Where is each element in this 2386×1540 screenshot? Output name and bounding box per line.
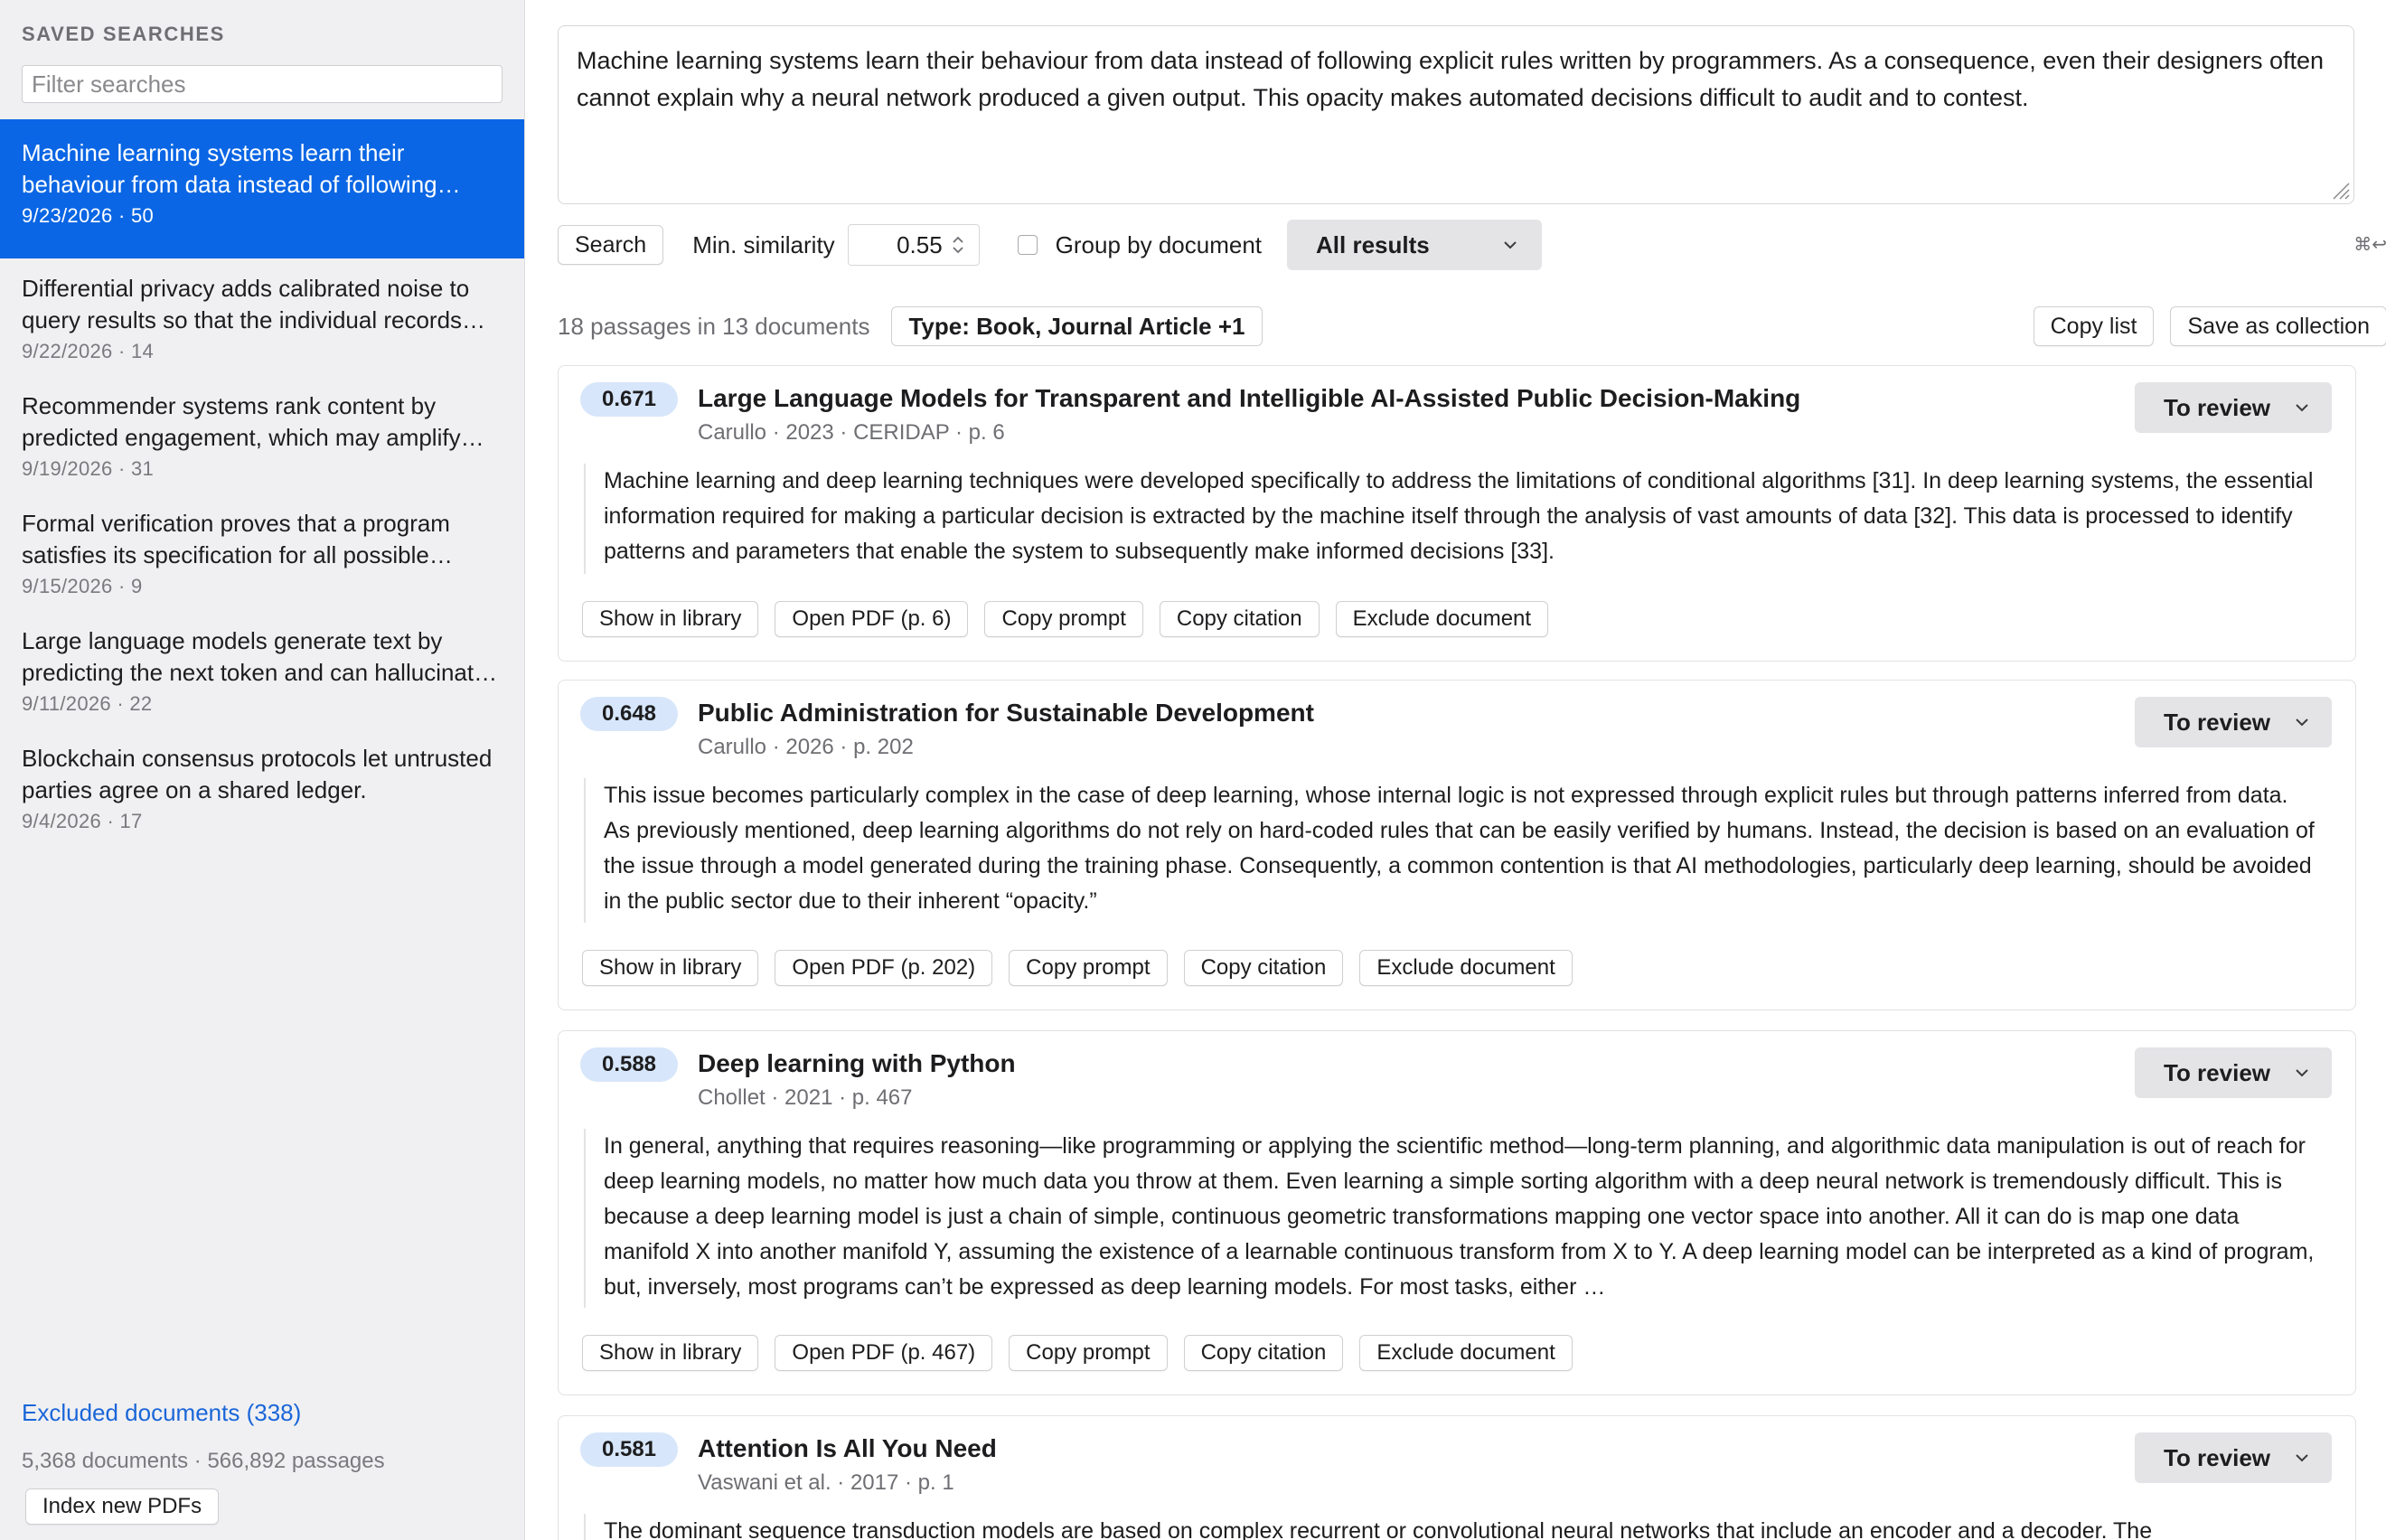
show-in-library-button[interactable]: Show in library: [582, 1335, 759, 1371]
result-excerpt: Machine learning and deep learning techn…: [584, 464, 2319, 574]
stepper-arrows-icon[interactable]: [952, 234, 964, 256]
library-stats: 5,368 documents · 566,892 passages: [22, 1449, 385, 1473]
group-by-document-label: Group by document: [1055, 230, 1263, 258]
show-in-library-button[interactable]: Show in library: [582, 601, 759, 637]
open-pdf-button[interactable]: Open PDF (p. 6): [775, 601, 969, 637]
result-card: 0.671 Large Language Models for Transpar…: [558, 365, 2356, 662]
copy-citation-button[interactable]: Copy citation: [1159, 601, 1320, 637]
saved-search-item-5[interactable]: Blockchain consensus protocols let untru…: [0, 728, 524, 846]
results-bar: 18 passages in 13 documents Type: Book, …: [558, 305, 2386, 347]
saved-search-meta: 9/22/2026 · 14: [22, 340, 155, 362]
saved-search-meta: 9/15/2026 · 9: [22, 575, 143, 597]
review-status-value: To review: [2164, 1058, 2271, 1086]
app-window: SAVED SEARCHES Machine learning systems …: [0, 0, 2386, 1540]
review-status-value: To review: [2164, 708, 2271, 736]
result-actions: Show in library Open PDF (p. 467) Copy p…: [582, 1335, 1573, 1371]
similarity-score-badge: 0.648: [580, 697, 678, 731]
open-pdf-button[interactable]: Open PDF (p. 202): [775, 950, 993, 986]
sidebar: SAVED SEARCHES Machine learning systems …: [0, 0, 525, 1540]
open-pdf-button[interactable]: Open PDF (p. 467): [775, 1335, 993, 1371]
result-card: 0.648 Public Administration for Sustaina…: [558, 680, 2356, 1010]
saved-search-title: Formal verification proves that a progra…: [22, 510, 450, 568]
result-meta: Carullo · 2023 · CERIDAP · p. 6: [698, 420, 1005, 445]
review-status-select[interactable]: To review: [2135, 1047, 2332, 1098]
result-meta: Carullo · 2026 · p. 202: [698, 735, 914, 759]
search-button[interactable]: Search: [558, 225, 664, 265]
result-excerpt: The dominant sequence transduction model…: [584, 1514, 2319, 1540]
copy-list-button[interactable]: Copy list: [2033, 306, 2155, 346]
saved-search-title: Large language models generate text by p…: [22, 627, 487, 686]
similarity-score-badge: 0.581: [580, 1432, 678, 1467]
results-count: 18 passages in 13 documents: [558, 312, 870, 340]
chevron-down-icon: [2296, 1069, 2308, 1077]
saved-search-item-3[interactable]: Formal verification proves that a progra…: [0, 493, 524, 611]
exclude-document-button[interactable]: Exclude document: [1335, 601, 1549, 637]
query-textarea[interactable]: Machine learning systems learn their beh…: [558, 25, 2354, 204]
saved-search-item-2[interactable]: Recommender systems rank content by pred…: [0, 376, 524, 493]
saved-search-meta: 9/23/2026 · 50: [22, 204, 155, 227]
chevron-down-icon: [2296, 404, 2308, 412]
chevron-down-icon: [1504, 241, 1517, 249]
group-by-document-checkbox[interactable]: [1017, 235, 1038, 255]
result-actions: Show in library Open PDF (p. 6) Copy pro…: [582, 601, 1549, 637]
chevron-down-icon: [2296, 1454, 2308, 1462]
result-actions: Show in library Open PDF (p. 202) Copy p…: [582, 950, 1573, 986]
excluded-documents-link[interactable]: Excluded documents (338): [22, 1399, 510, 1427]
exclude-document-button[interactable]: Exclude document: [1359, 950, 1573, 986]
sidebar-footer: Excluded documents (338) 5,368 documents…: [22, 1399, 510, 1525]
result-title[interactable]: Public Administration for Sustainable De…: [698, 699, 1314, 728]
review-status-value: To review: [2164, 1443, 2271, 1471]
main-panel: Machine learning systems learn their beh…: [525, 0, 2386, 1540]
saved-search-meta: 9/4/2026 · 17: [22, 810, 143, 832]
saved-search-item-1[interactable]: Differential privacy adds calibrated noi…: [0, 258, 524, 376]
saved-search-meta: 9/19/2026 · 31: [22, 457, 155, 480]
saved-search-item-4[interactable]: Large language models generate text by p…: [0, 611, 524, 728]
review-status-select[interactable]: To review: [2135, 697, 2332, 747]
result-card: 0.581 Attention Is All You Need Vaswani …: [558, 1415, 2356, 1540]
similarity-score-badge: 0.588: [580, 1047, 678, 1082]
index-new-pdfs-button[interactable]: Index new PDFs: [25, 1488, 220, 1525]
saved-search-meta: 9/11/2026 · 22: [22, 692, 153, 715]
copy-prompt-button[interactable]: Copy prompt: [984, 601, 1143, 637]
search-controls: Search Min. similarity 0.55 Group by doc…: [558, 220, 2386, 270]
query-text: Machine learning systems learn their beh…: [577, 47, 2324, 111]
copy-citation-button[interactable]: Copy citation: [1183, 1335, 1344, 1371]
saved-search-item-0[interactable]: Machine learning systems learn their beh…: [0, 119, 524, 258]
sidebar-header: SAVED SEARCHES: [22, 23, 225, 45]
results-filter-value: All results: [1316, 230, 1430, 258]
saved-search-title: Recommender systems rank content by pred…: [22, 392, 461, 451]
shortcut-hint: ⌘↩: [2353, 235, 2386, 255]
result-title[interactable]: Deep learning with Python: [698, 1049, 1016, 1078]
result-meta: Vaswani et al. · 2017 · p. 1: [698, 1470, 954, 1495]
resize-grip-icon[interactable]: [2330, 180, 2350, 200]
filter-searches-input[interactable]: [22, 65, 503, 103]
min-similarity-stepper[interactable]: 0.55: [847, 224, 980, 266]
saved-search-title: Differential privacy adds calibrated noi…: [22, 275, 470, 333]
type-filter-chip[interactable]: Type: Book, Journal Article +1: [891, 306, 1263, 346]
result-excerpt: This issue becomes particularly complex …: [584, 778, 2319, 923]
exclude-document-button[interactable]: Exclude document: [1359, 1335, 1573, 1371]
review-status-select[interactable]: To review: [2135, 382, 2332, 433]
result-meta: Chollet · 2021 · p. 467: [698, 1085, 913, 1110]
result-title[interactable]: Attention Is All You Need: [698, 1434, 997, 1463]
saved-search-title: Machine learning systems learn their beh…: [22, 139, 437, 198]
saved-search-title: Blockchain consensus protocols let untru…: [22, 745, 493, 803]
review-status-value: To review: [2164, 393, 2271, 421]
result-excerpt: In general, anything that requires reaso…: [584, 1129, 2319, 1308]
min-similarity-value: 0.55: [897, 230, 943, 258]
copy-citation-button[interactable]: Copy citation: [1183, 950, 1344, 986]
copy-prompt-button[interactable]: Copy prompt: [1009, 950, 1168, 986]
save-as-collection-button[interactable]: Save as collection: [2170, 306, 2386, 346]
review-status-select[interactable]: To review: [2135, 1432, 2332, 1483]
saved-search-list: Machine learning systems learn their beh…: [0, 119, 524, 846]
show-in-library-button[interactable]: Show in library: [582, 950, 759, 986]
min-similarity-label: Min. similarity: [692, 230, 835, 258]
copy-prompt-button[interactable]: Copy prompt: [1009, 1335, 1168, 1371]
result-card: 0.588 Deep learning with Python Chollet …: [558, 1030, 2356, 1395]
results-filter-select[interactable]: All results: [1287, 220, 1543, 270]
chevron-down-icon: [2296, 718, 2308, 727]
similarity-score-badge: 0.671: [580, 382, 678, 417]
result-title[interactable]: Large Language Models for Transparent an…: [698, 384, 1800, 413]
results-actions: Copy list Save as collection: [2033, 306, 2386, 346]
